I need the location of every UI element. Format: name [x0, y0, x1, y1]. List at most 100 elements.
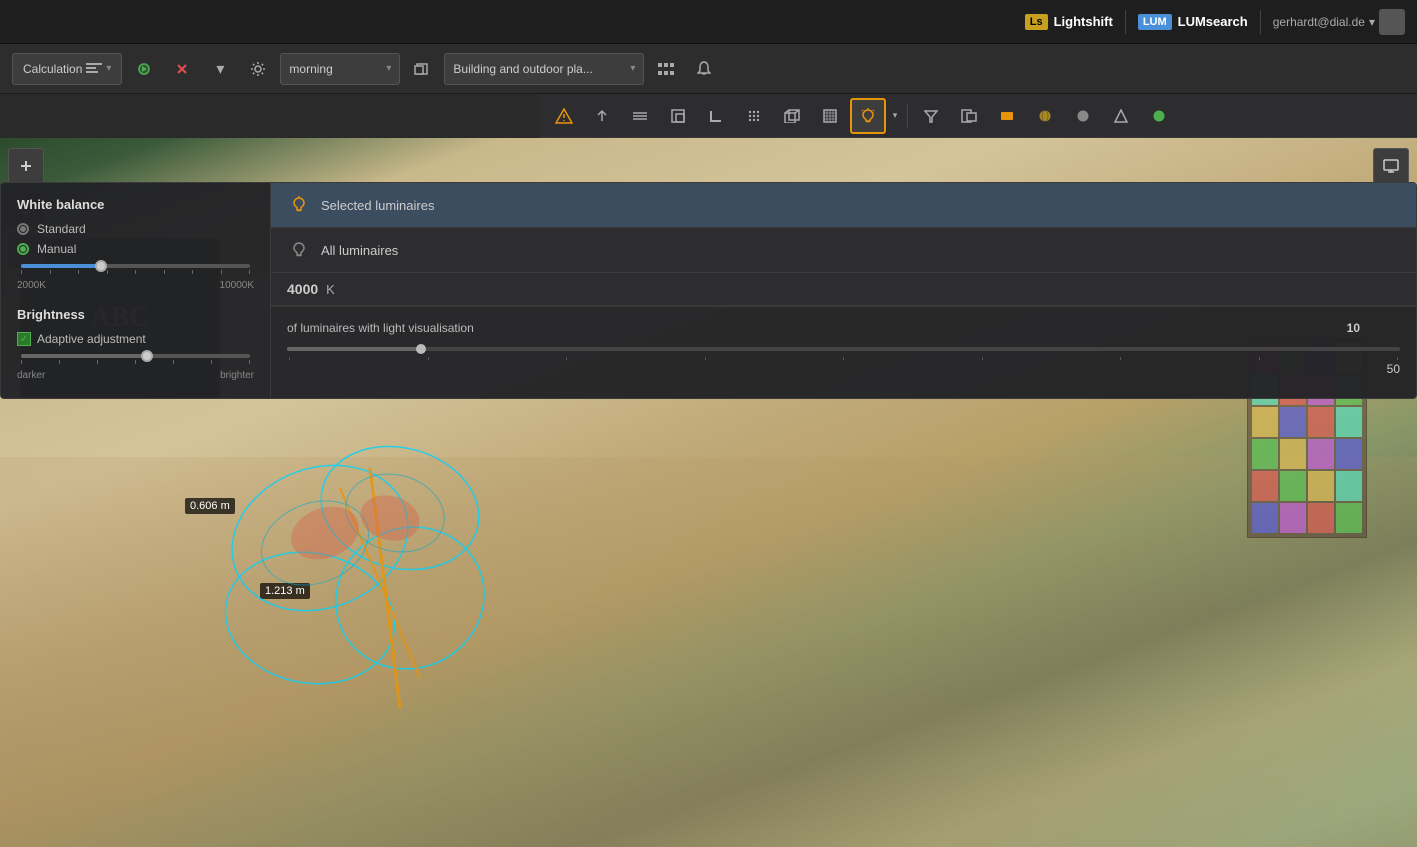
luminaires-slider-thumb[interactable] — [416, 344, 426, 354]
bell-button[interactable] — [688, 53, 720, 85]
manual-label: Manual — [37, 242, 76, 256]
settings-pane: White balance Standard Manual — [1, 183, 271, 398]
selected-luminaires-item[interactable]: Selected luminaires — [271, 183, 1416, 228]
sphere-button[interactable] — [1027, 98, 1063, 134]
adaptive-label: Adaptive adjustment — [37, 332, 146, 346]
l-shape-button[interactable] — [698, 98, 734, 134]
layers-icon — [961, 109, 977, 123]
brightness-slider-fill — [21, 354, 147, 358]
calculation-button[interactable]: Calculation ▾ — [12, 53, 122, 85]
manual-radio-dot — [17, 243, 29, 255]
lamp-dropdown-caret-btn[interactable]: ▾ — [888, 98, 902, 134]
stop-icon — [175, 62, 189, 76]
plus-icon — [19, 159, 33, 173]
grid-view-icon — [658, 63, 674, 75]
lum-badge: LUM — [1138, 14, 1172, 30]
slider-ticks — [17, 270, 254, 274]
gear-icon — [250, 61, 266, 77]
lamp-active-button[interactable] — [850, 98, 886, 134]
dropdown-caret-icon: ▾ — [216, 59, 224, 79]
warning-button[interactable] — [546, 98, 582, 134]
green-leaf-button[interactable] — [1141, 98, 1177, 134]
lumsearch-label: LUMsearch — [1178, 14, 1248, 29]
brightness-section: Brightness ✓ Adaptive adjustment — [17, 307, 254, 383]
temperature-slider-thumb[interactable] — [95, 260, 107, 272]
play-button[interactable] — [128, 53, 160, 85]
dot-grid-button[interactable] — [736, 98, 772, 134]
luminaires-slider-row[interactable] — [287, 347, 1400, 351]
stop-button[interactable] — [166, 53, 198, 85]
l-shape-icon — [709, 109, 723, 123]
morning-label: morning — [289, 62, 332, 76]
lightshift-label: Lightshift — [1054, 14, 1113, 29]
morning-caret: ▾ — [386, 63, 391, 74]
checkmark-icon: ✓ — [20, 334, 28, 345]
main-toolbar: Calculation ▾ ▾ morning ▾ — [0, 44, 1417, 94]
slider-value-row: 50 — [287, 362, 1400, 376]
add-button[interactable] — [8, 148, 44, 184]
brightness-ticks — [17, 360, 254, 364]
white-balance-title: White balance — [17, 197, 254, 212]
pyramid-icon — [1114, 109, 1128, 123]
ls-badge: Ls — [1025, 14, 1048, 30]
right-monitor-button[interactable] — [1373, 148, 1409, 184]
adaptive-checkbox-row[interactable]: ✓ Adaptive adjustment — [17, 332, 254, 346]
layers-button[interactable] — [951, 98, 987, 134]
dot-grid-icon — [747, 109, 761, 123]
darker-label: darker — [17, 370, 45, 381]
gray-circle-button[interactable] — [1065, 98, 1101, 134]
lamp-icon-1 — [287, 193, 311, 217]
morning-dropdown[interactable]: morning ▾ — [280, 53, 400, 85]
copy-icon — [414, 61, 430, 77]
right-panel: Selected luminaires All luminaires — [271, 183, 1416, 398]
gray-circle-icon — [1076, 109, 1090, 123]
brighter-label: brighter — [220, 370, 254, 381]
grid-view-button[interactable] — [650, 53, 682, 85]
dropdown-menu: Selected luminaires All luminaires — [271, 183, 1416, 307]
right-label: of luminaires with light visualisation — [287, 321, 474, 335]
monitor-button[interactable] — [1373, 148, 1409, 184]
cube-button[interactable] — [774, 98, 810, 134]
filter-button[interactable] — [913, 98, 949, 134]
corner-button[interactable] — [660, 98, 696, 134]
corner-icon — [671, 109, 685, 123]
building-dropdown[interactable]: Building and outdoor pla... ▾ — [444, 53, 644, 85]
right-label-row: of luminaires with light visualisation 1… — [287, 321, 1400, 335]
calculation-label: Calculation — [23, 62, 82, 76]
divider-2 — [1260, 10, 1261, 34]
brightness-slider-track — [21, 354, 250, 358]
adaptive-checkbox[interactable]: ✓ — [17, 332, 31, 346]
standard-label: Standard — [37, 222, 86, 236]
arrow-up-button[interactable] — [584, 98, 620, 134]
orange-rect-button[interactable] — [989, 98, 1025, 134]
equal-sign-button[interactable] — [622, 98, 658, 134]
copy-button[interactable] — [406, 53, 438, 85]
all-luminaires-item[interactable]: All luminaires — [271, 228, 1416, 273]
standard-radio-row[interactable]: Standard — [17, 222, 254, 236]
hatch-icon — [823, 109, 837, 123]
tb2-divider-1 — [907, 104, 908, 128]
temperature-slider-labels: 2000K 10000K — [17, 278, 254, 293]
manual-radio-row[interactable]: Manual — [17, 242, 254, 256]
sphere-icon — [1038, 109, 1052, 123]
temperature-display-row: 4000 K — [271, 273, 1416, 306]
luminaires-slider-track — [287, 347, 1400, 351]
temperature-slider-container[interactable] — [17, 264, 254, 274]
settings-gear-button[interactable] — [242, 53, 274, 85]
user-info[interactable]: gerhardt@dial.de ▾ — [1273, 9, 1405, 35]
pyramid-button[interactable] — [1103, 98, 1139, 134]
selected-luminaires-label: Selected luminaires — [321, 198, 434, 213]
standard-radio-dot — [17, 223, 29, 235]
temp-unit: K — [326, 282, 335, 297]
luminaires-ticks — [287, 357, 1400, 360]
hatch-button[interactable] — [812, 98, 848, 134]
building-caret: ▾ — [630, 63, 635, 74]
brightness-slider-container[interactable] — [17, 354, 254, 364]
lumsearch-logo: LUM LUMsearch — [1138, 14, 1248, 30]
temp-value: 4000 — [287, 281, 318, 297]
temp-max-label: 10000K — [220, 280, 254, 291]
dropdown-arrow-btn[interactable]: ▾ — [204, 53, 236, 85]
lamp-icon-2 — [287, 238, 311, 262]
brightness-slider-thumb[interactable] — [141, 350, 153, 362]
lamp-all-icon — [289, 240, 309, 260]
